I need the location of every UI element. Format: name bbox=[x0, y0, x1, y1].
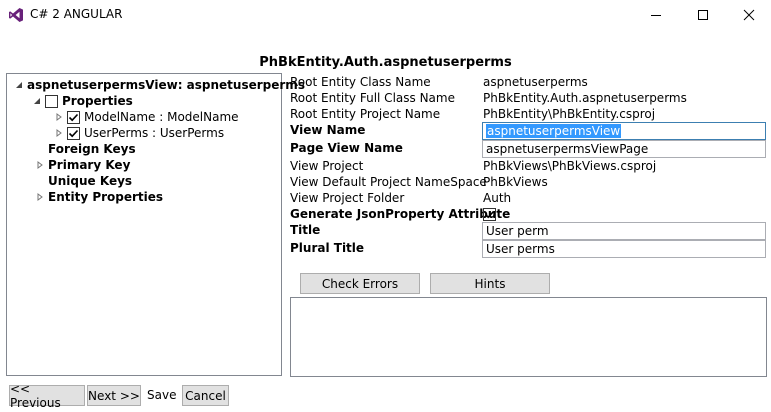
row-root-entity-project-name: Root Entity Project Name PhBkEntity\PhBk… bbox=[290, 107, 768, 123]
tree-node-label: Foreign Keys bbox=[48, 142, 136, 156]
maximize-button[interactable] bbox=[680, 0, 726, 30]
field-value: PhBkViews bbox=[483, 175, 548, 189]
row-title: Title User perm bbox=[290, 222, 768, 240]
row-generate-json-property: Generate JsonProperty Attribute bbox=[290, 207, 768, 223]
minimize-button[interactable] bbox=[633, 0, 679, 30]
page-title: PhBkEntity.Auth.aspnetuserperms bbox=[259, 55, 512, 70]
field-label: Title bbox=[290, 223, 321, 237]
tree-node-properties[interactable]: Properties bbox=[31, 93, 133, 109]
checkmark-icon bbox=[68, 113, 79, 121]
next-button[interactable]: Next >> bbox=[87, 385, 141, 406]
close-icon bbox=[743, 9, 755, 21]
tree-node-label: UserPerms : UserPerms bbox=[84, 126, 225, 140]
tree-node-label: Primary Key bbox=[48, 158, 131, 172]
field-label: View Project bbox=[290, 159, 364, 173]
tree-node-label: ModelName : ModelName bbox=[84, 110, 239, 124]
hints-button[interactable]: Hints bbox=[430, 273, 550, 294]
output-textarea[interactable] bbox=[290, 297, 767, 377]
cancel-button[interactable]: Cancel bbox=[182, 385, 229, 406]
field-label: View Default Project NameSpace bbox=[290, 175, 487, 189]
minimize-icon bbox=[651, 15, 661, 16]
model-name-checkbox[interactable] bbox=[67, 110, 80, 124]
user-perms-checkbox[interactable] bbox=[67, 126, 80, 140]
field-label: Root Entity Class Name bbox=[290, 75, 431, 89]
tree-node-label: Properties bbox=[62, 94, 133, 108]
expand-icon[interactable] bbox=[34, 157, 46, 173]
field-label: Root Entity Project Name bbox=[290, 107, 441, 121]
window-title: C# 2 ANGULAR bbox=[30, 7, 123, 21]
row-view-name: View Name aspnetuserpermsView bbox=[290, 122, 768, 140]
expand-icon[interactable] bbox=[53, 125, 65, 141]
row-root-entity-full-class-name: Root Entity Full Class Name PhBkEntity.A… bbox=[290, 91, 768, 107]
maximize-icon bbox=[698, 10, 708, 20]
collapse-icon[interactable] bbox=[13, 77, 25, 93]
entity-tree[interactable]: aspnetuserpermsView: aspnetuserperms Pro… bbox=[6, 73, 305, 376]
tree-node-entity-properties[interactable]: Entity Properties bbox=[34, 189, 163, 205]
tree-node-primary-key[interactable]: Primary Key bbox=[34, 157, 130, 173]
row-view-project-folder: View Project Folder Auth bbox=[290, 191, 768, 207]
title-input[interactable]: User perm bbox=[482, 222, 766, 240]
field-label: Root Entity Full Class Name bbox=[290, 91, 455, 105]
plural-title-input[interactable]: User perms bbox=[482, 240, 766, 258]
save-button[interactable]: Save bbox=[147, 388, 176, 402]
field-label: Page View Name bbox=[290, 141, 403, 155]
tree-node-user-perms[interactable]: UserPerms : UserPerms bbox=[53, 125, 224, 141]
field-value: aspnetuserperms bbox=[483, 75, 588, 89]
row-root-entity-class-name: Root Entity Class Name aspnetuserperms bbox=[290, 75, 768, 91]
row-view-project: View Project PhBkViews\PhBkViews.csproj bbox=[290, 159, 768, 175]
field-value: PhBkEntity.Auth.aspnetuserperms bbox=[483, 91, 687, 105]
row-plural-title: Plural Title User perms bbox=[290, 240, 768, 258]
properties-checkbox[interactable] bbox=[45, 94, 58, 108]
previous-button[interactable]: << Previous bbox=[9, 382, 85, 410]
checkmark-icon bbox=[68, 129, 79, 137]
check-errors-button[interactable]: Check Errors bbox=[300, 273, 420, 294]
visual-studio-icon bbox=[9, 8, 23, 22]
view-name-input[interactable]: aspnetuserpermsView bbox=[482, 122, 766, 140]
field-label: Generate JsonProperty Attribute bbox=[290, 207, 511, 221]
field-value: PhBkViews\PhBkViews.csproj bbox=[483, 159, 657, 173]
tree-node-unique-keys[interactable]: Unique Keys bbox=[48, 173, 132, 189]
field-label: View Project Folder bbox=[290, 191, 405, 205]
tree-node-label: aspnetuserpermsView: aspnetuserperms bbox=[27, 78, 305, 92]
tree-node-label: Entity Properties bbox=[48, 190, 164, 204]
expand-icon[interactable] bbox=[53, 109, 65, 125]
row-page-view-name: Page View Name aspnetuserpermsViewPage bbox=[290, 140, 768, 158]
close-button[interactable] bbox=[726, 0, 771, 30]
tree-node-label: Unique Keys bbox=[48, 174, 133, 188]
generate-json-property-checkbox[interactable] bbox=[483, 208, 496, 221]
field-label: Plural Title bbox=[290, 241, 365, 255]
page-view-name-input[interactable]: aspnetuserpermsViewPage bbox=[482, 140, 766, 158]
row-view-default-namespace: View Default Project NameSpace PhBkViews bbox=[290, 175, 768, 191]
checkmark-icon bbox=[484, 210, 495, 219]
view-name-value: aspnetuserpermsView bbox=[486, 124, 622, 138]
tree-node-model-name[interactable]: ModelName : ModelName bbox=[53, 109, 239, 125]
collapse-icon[interactable] bbox=[31, 93, 43, 109]
field-value: Auth bbox=[483, 191, 512, 205]
tree-node-root[interactable]: aspnetuserpermsView: aspnetuserperms bbox=[13, 77, 305, 93]
expand-icon[interactable] bbox=[34, 189, 46, 205]
title-bar: C# 2 ANGULAR bbox=[0, 0, 771, 30]
field-label: View Name bbox=[290, 123, 366, 137]
tree-node-foreign-keys[interactable]: Foreign Keys bbox=[48, 141, 136, 157]
field-value: PhBkEntity\PhBkEntity.csproj bbox=[483, 107, 656, 121]
